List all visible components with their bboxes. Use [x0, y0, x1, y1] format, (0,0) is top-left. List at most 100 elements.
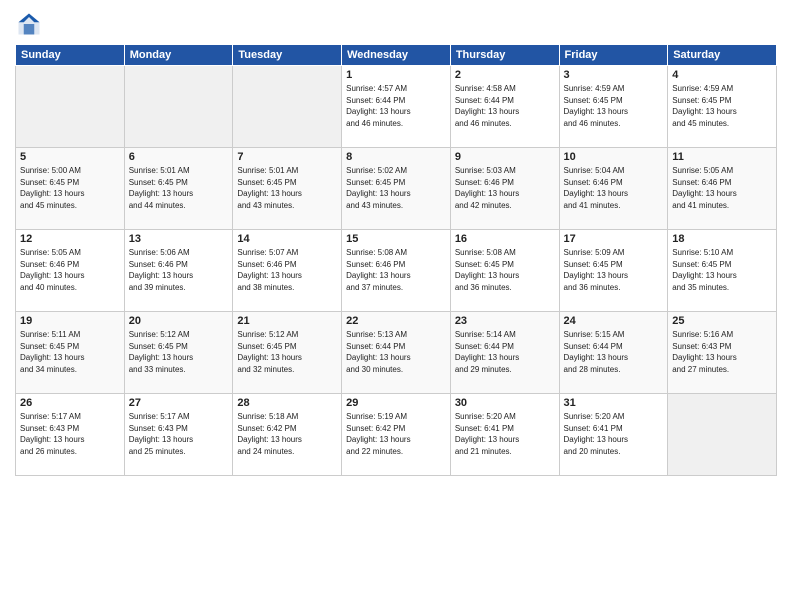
day-number: 8	[346, 151, 446, 163]
day-number: 6	[129, 151, 229, 163]
day-info: Sunrise: 5:04 AM Sunset: 6:46 PM Dayligh…	[564, 165, 664, 211]
day-info: Sunrise: 5:03 AM Sunset: 6:46 PM Dayligh…	[455, 165, 555, 211]
day-info: Sunrise: 5:09 AM Sunset: 6:45 PM Dayligh…	[564, 247, 664, 293]
week-row-1: 1 Sunrise: 4:57 AM Sunset: 6:44 PM Daylig…	[16, 66, 777, 148]
day-info: Sunrise: 4:58 AM Sunset: 6:44 PM Dayligh…	[455, 83, 555, 129]
day-number: 10	[564, 151, 664, 163]
day-cell: 8 Sunrise: 5:02 AM Sunset: 6:45 PM Daylig…	[342, 148, 451, 230]
calendar-page: SundayMondayTuesdayWednesdayThursdayFrid…	[0, 0, 792, 612]
day-cell: 19 Sunrise: 5:11 AM Sunset: 6:45 PM Dayli…	[16, 312, 125, 394]
day-number: 31	[564, 397, 664, 409]
day-cell: 16 Sunrise: 5:08 AM Sunset: 6:45 PM Dayli…	[450, 230, 559, 312]
day-cell: 11 Sunrise: 5:05 AM Sunset: 6:46 PM Dayli…	[668, 148, 777, 230]
day-cell	[233, 66, 342, 148]
day-number: 24	[564, 315, 664, 327]
day-info: Sunrise: 5:02 AM Sunset: 6:45 PM Dayligh…	[346, 165, 446, 211]
day-info: Sunrise: 5:12 AM Sunset: 6:45 PM Dayligh…	[237, 329, 337, 375]
day-cell: 21 Sunrise: 5:12 AM Sunset: 6:45 PM Dayli…	[233, 312, 342, 394]
day-info: Sunrise: 5:20 AM Sunset: 6:41 PM Dayligh…	[564, 411, 664, 457]
day-info: Sunrise: 5:07 AM Sunset: 6:46 PM Dayligh…	[237, 247, 337, 293]
day-cell: 27 Sunrise: 5:17 AM Sunset: 6:43 PM Dayli…	[124, 394, 233, 476]
col-header-saturday: Saturday	[668, 45, 777, 66]
day-info: Sunrise: 5:16 AM Sunset: 6:43 PM Dayligh…	[672, 329, 772, 375]
day-info: Sunrise: 5:17 AM Sunset: 6:43 PM Dayligh…	[129, 411, 229, 457]
day-number: 1	[346, 69, 446, 81]
week-row-4: 19 Sunrise: 5:11 AM Sunset: 6:45 PM Dayli…	[16, 312, 777, 394]
day-cell: 29Sunrise: 5:19 AM Sunset: 6:42 PM Dayli…	[342, 394, 451, 476]
day-cell: 4 Sunrise: 4:59 AM Sunset: 6:45 PM Daylig…	[668, 66, 777, 148]
col-header-sunday: Sunday	[16, 45, 125, 66]
day-info: Sunrise: 4:59 AM Sunset: 6:45 PM Dayligh…	[672, 83, 772, 129]
day-number: 28	[237, 397, 337, 409]
day-cell	[668, 394, 777, 476]
day-cell: 28Sunrise: 5:18 AM Sunset: 6:42 PM Dayli…	[233, 394, 342, 476]
day-info: Sunrise: 5:00 AM Sunset: 6:45 PM Dayligh…	[20, 165, 120, 211]
day-number: 29	[346, 397, 446, 409]
day-number: 9	[455, 151, 555, 163]
day-cell: 23 Sunrise: 5:14 AM Sunset: 6:44 PM Dayli…	[450, 312, 559, 394]
day-cell: 10 Sunrise: 5:04 AM Sunset: 6:46 PM Dayli…	[559, 148, 668, 230]
day-number: 25	[672, 315, 772, 327]
day-number: 11	[672, 151, 772, 163]
day-info: Sunrise: 4:57 AM Sunset: 6:44 PM Dayligh…	[346, 83, 446, 129]
header-row: SundayMondayTuesdayWednesdayThursdayFrid…	[16, 45, 777, 66]
day-cell: 1 Sunrise: 4:57 AM Sunset: 6:44 PM Daylig…	[342, 66, 451, 148]
day-number: 30	[455, 397, 555, 409]
day-cell: 14 Sunrise: 5:07 AM Sunset: 6:46 PM Dayli…	[233, 230, 342, 312]
day-number: 4	[672, 69, 772, 81]
day-info: Sunrise: 5:05 AM Sunset: 6:46 PM Dayligh…	[672, 165, 772, 211]
week-row-5: 26Sunrise: 5:17 AM Sunset: 6:43 PM Dayli…	[16, 394, 777, 476]
col-header-wednesday: Wednesday	[342, 45, 451, 66]
day-cell: 6 Sunrise: 5:01 AM Sunset: 6:45 PM Daylig…	[124, 148, 233, 230]
col-header-friday: Friday	[559, 45, 668, 66]
day-info: Sunrise: 5:06 AM Sunset: 6:46 PM Dayligh…	[129, 247, 229, 293]
day-cell: 9 Sunrise: 5:03 AM Sunset: 6:46 PM Daylig…	[450, 148, 559, 230]
day-info: Sunrise: 5:05 AM Sunset: 6:46 PM Dayligh…	[20, 247, 120, 293]
week-row-2: 5 Sunrise: 5:00 AM Sunset: 6:45 PM Daylig…	[16, 148, 777, 230]
logo	[15, 10, 47, 38]
day-cell	[16, 66, 125, 148]
day-cell: 31 Sunrise: 5:20 AM Sunset: 6:41 PM Dayli…	[559, 394, 668, 476]
day-cell: 17 Sunrise: 5:09 AM Sunset: 6:45 PM Dayli…	[559, 230, 668, 312]
day-number: 16	[455, 233, 555, 245]
day-number: 2	[455, 69, 555, 81]
day-info: Sunrise: 5:01 AM Sunset: 6:45 PM Dayligh…	[237, 165, 337, 211]
day-number: 15	[346, 233, 446, 245]
day-info: Sunrise: 5:01 AM Sunset: 6:45 PM Dayligh…	[129, 165, 229, 211]
day-number: 21	[237, 315, 337, 327]
day-number: 3	[564, 69, 664, 81]
logo-icon	[15, 10, 43, 38]
header	[15, 10, 777, 38]
day-number: 27	[129, 397, 229, 409]
day-cell: 5 Sunrise: 5:00 AM Sunset: 6:45 PM Daylig…	[16, 148, 125, 230]
day-info: Sunrise: 5:11 AM Sunset: 6:45 PM Dayligh…	[20, 329, 120, 375]
day-number: 18	[672, 233, 772, 245]
day-info: Sunrise: 5:20 AM Sunset: 6:41 PM Dayligh…	[455, 411, 555, 457]
day-cell: 26Sunrise: 5:17 AM Sunset: 6:43 PM Dayli…	[16, 394, 125, 476]
day-info: Sunrise: 5:12 AM Sunset: 6:45 PM Dayligh…	[129, 329, 229, 375]
day-cell: 7Sunrise: 5:01 AM Sunset: 6:45 PM Daylig…	[233, 148, 342, 230]
day-info: Sunrise: 5:13 AM Sunset: 6:44 PM Dayligh…	[346, 329, 446, 375]
day-cell: 30 Sunrise: 5:20 AM Sunset: 6:41 PM Dayli…	[450, 394, 559, 476]
day-info: Sunrise: 5:08 AM Sunset: 6:45 PM Dayligh…	[455, 247, 555, 293]
day-number: 12	[20, 233, 120, 245]
day-cell: 25 Sunrise: 5:16 AM Sunset: 6:43 PM Dayli…	[668, 312, 777, 394]
day-number: 5	[20, 151, 120, 163]
day-info: Sunrise: 5:15 AM Sunset: 6:44 PM Dayligh…	[564, 329, 664, 375]
col-header-thursday: Thursday	[450, 45, 559, 66]
day-info: Sunrise: 5:14 AM Sunset: 6:44 PM Dayligh…	[455, 329, 555, 375]
day-cell: 3Sunrise: 4:59 AM Sunset: 6:45 PM Daylig…	[559, 66, 668, 148]
day-info: Sunrise: 5:10 AM Sunset: 6:45 PM Dayligh…	[672, 247, 772, 293]
day-cell: 12 Sunrise: 5:05 AM Sunset: 6:46 PM Dayli…	[16, 230, 125, 312]
day-number: 20	[129, 315, 229, 327]
day-number: 19	[20, 315, 120, 327]
day-cell: 22Sunrise: 5:13 AM Sunset: 6:44 PM Dayli…	[342, 312, 451, 394]
day-number: 23	[455, 315, 555, 327]
day-info: Sunrise: 5:17 AM Sunset: 6:43 PM Dayligh…	[20, 411, 120, 457]
day-number: 17	[564, 233, 664, 245]
day-cell: 15Sunrise: 5:08 AM Sunset: 6:46 PM Dayli…	[342, 230, 451, 312]
day-number: 14	[237, 233, 337, 245]
calendar-table: SundayMondayTuesdayWednesdayThursdayFrid…	[15, 44, 777, 476]
day-cell: 13Sunrise: 5:06 AM Sunset: 6:46 PM Dayli…	[124, 230, 233, 312]
col-header-tuesday: Tuesday	[233, 45, 342, 66]
